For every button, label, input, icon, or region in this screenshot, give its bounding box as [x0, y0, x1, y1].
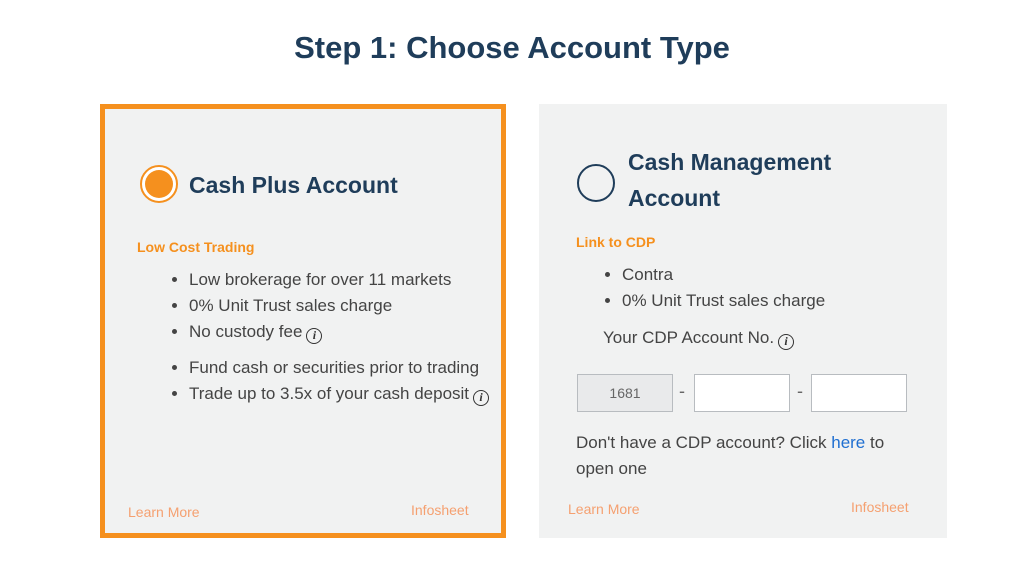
cdp-note-prefix: Don't have a CDP account? Click: [576, 433, 832, 452]
cash-management-learn-more-link[interactable]: Learn More: [568, 501, 640, 517]
cash-plus-infosheet-link[interactable]: Infosheet: [411, 502, 469, 518]
page-title: Step 1: Choose Account Type: [294, 30, 730, 65]
cash-plus-learn-more-link[interactable]: Learn More: [128, 504, 200, 520]
info-icon[interactable]: i: [473, 390, 490, 406]
feature-item: Contra: [622, 262, 942, 288]
cash-plus-card[interactable]: Cash Plus Account Low Cost Trading Low b…: [100, 104, 506, 538]
feature-item: 0% Unit Trust sales charge: [189, 293, 509, 319]
cash-management-title: Cash Management Account: [628, 144, 831, 216]
cdp-account-input-2[interactable]: [694, 374, 790, 412]
radio-dot: [145, 170, 173, 198]
cash-management-subheading: Link to CDP: [576, 234, 656, 250]
cash-management-feature-list: Contra 0% Unit Trust sales charge: [598, 262, 942, 314]
cdp-account-input-1[interactable]: [577, 374, 673, 412]
cash-plus-title: Cash Plus Account: [189, 172, 398, 198]
feature-item: 0% Unit Trust sales charge: [622, 288, 942, 314]
feature-item: Trade up to 3.5x of your cash depositi: [189, 381, 509, 407]
info-icon[interactable]: i: [306, 328, 323, 344]
cdp-account-input-3[interactable]: [811, 374, 907, 412]
cash-management-infosheet-link[interactable]: Infosheet: [851, 499, 909, 515]
feature-item: Low brokerage for over 11 markets: [189, 267, 509, 293]
info-icon[interactable]: i: [778, 334, 795, 350]
cash-plus-subheading: Low Cost Trading: [137, 239, 255, 255]
cash-plus-feature-list: Low brokerage for over 11 markets 0% Uni…: [165, 267, 509, 407]
radio-unselected-icon[interactable]: [577, 164, 615, 202]
feature-item: No custody feei: [189, 319, 509, 345]
cdp-separator: -: [797, 381, 803, 401]
cash-management-title-line2: Account: [628, 185, 720, 211]
cdp-open-account-link[interactable]: here: [831, 433, 865, 452]
cdp-note: Don't have a CDP account? Click here to …: [576, 430, 916, 482]
feature-item: Fund cash or securities prior to trading: [189, 355, 509, 381]
cdp-account-label: Your CDP Account No. i: [603, 328, 795, 350]
cash-management-title-line1: Cash Management: [628, 149, 832, 175]
cdp-separator: -: [679, 381, 685, 401]
radio-selected-icon[interactable]: [140, 165, 178, 203]
